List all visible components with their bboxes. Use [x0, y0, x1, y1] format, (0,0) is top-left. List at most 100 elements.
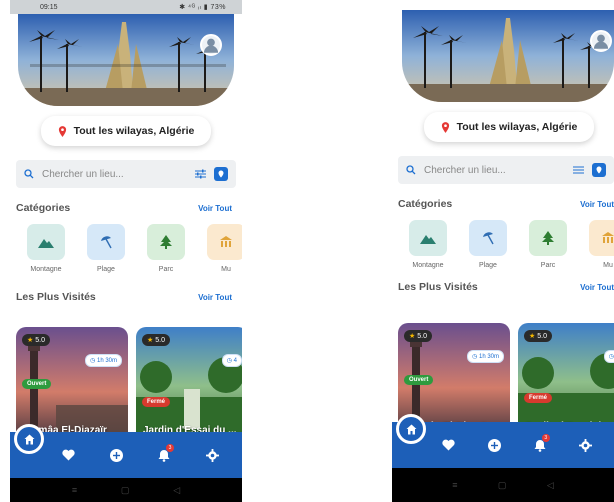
- category-mountain[interactable]: Montagne: [26, 224, 66, 273]
- nav-settings-button[interactable]: [577, 437, 593, 453]
- add-icon: [487, 438, 501, 452]
- heart-icon: [442, 439, 455, 451]
- museum-icon: [220, 236, 232, 247]
- nav-add-button[interactable]: [486, 437, 502, 453]
- search-bar[interactable]: Chercher un lieu...: [16, 160, 236, 188]
- category-mountain[interactable]: Montagne: [408, 220, 448, 269]
- back-icon[interactable]: ◁: [547, 480, 554, 491]
- category-label: Montagne: [30, 266, 62, 273]
- popular-see-all-link[interactable]: Voir Tout: [580, 283, 614, 292]
- museum-icon: [602, 232, 614, 243]
- bottom-nav: 3: [392, 414, 614, 468]
- search-bar[interactable]: Chercher un lieu...: [398, 156, 614, 184]
- popular-title: Les Plus Visités: [16, 291, 96, 303]
- notification-badge: 3: [166, 444, 174, 452]
- category-museum[interactable]: Mu: [588, 220, 614, 269]
- nav-home-button[interactable]: [14, 424, 44, 454]
- category-park[interactable]: Parc: [528, 220, 568, 269]
- settings-icon: [578, 438, 592, 452]
- home-icon: [24, 434, 34, 444]
- star-icon: ★: [147, 337, 154, 344]
- location-pin-icon: [58, 125, 66, 137]
- duration-badge: ◷ 1h 30m: [85, 354, 122, 367]
- bottom-nav: 3: [10, 424, 242, 478]
- categories-title: Catégories: [16, 202, 71, 214]
- category-beach[interactable]: Plage: [468, 220, 508, 269]
- popular-see-all-link[interactable]: Voir Tout: [198, 293, 232, 302]
- categories-header: Catégories Voir Tout: [16, 202, 232, 214]
- categories-list: Montagne Plage Parc Mu: [26, 224, 242, 273]
- rating-badge: ★ 5.0: [404, 330, 432, 342]
- hero-image: [18, 14, 234, 106]
- phone-screen-right: Tout les wilayas, Algérie Chercher un li…: [392, 0, 614, 502]
- search-icon: [24, 169, 34, 179]
- profile-avatar-icon[interactable]: [200, 34, 222, 56]
- location-selector[interactable]: Tout les wilayas, Algérie: [424, 112, 594, 142]
- search-input[interactable]: Chercher un lieu...: [42, 169, 187, 180]
- home-system-icon[interactable]: ▢: [498, 480, 507, 491]
- status-icons: ✱ ⁴ᴳ ᵢₗ ▮ 73%: [179, 4, 226, 11]
- mountain-icon: [38, 239, 54, 248]
- rating-badge: ★ 5.0: [22, 334, 50, 346]
- location-selector[interactable]: Tout les wilayas, Algérie: [41, 116, 211, 146]
- home-system-icon[interactable]: ▢: [121, 485, 130, 496]
- nav-favorites-button[interactable]: [441, 437, 457, 453]
- category-label: Mu: [603, 262, 613, 269]
- back-icon[interactable]: ◁: [173, 485, 180, 496]
- categories-see-all-link[interactable]: Voir Tout: [580, 200, 614, 209]
- popular-title: Les Plus Visités: [398, 281, 478, 293]
- popular-header: Les Plus Visités Voir Tout: [398, 281, 614, 293]
- category-label: Parc: [540, 262, 556, 269]
- category-label: Mu: [221, 266, 231, 273]
- popular-cards: ★ 5.0 ◷ 1h 30m Ouvert Djamâa El-Djazaïr …: [16, 327, 242, 445]
- map-button[interactable]: [214, 167, 228, 181]
- categories-title: Catégories: [398, 198, 453, 210]
- duration-badge: ◷ 4: [221, 354, 242, 367]
- settings-icon: [205, 448, 219, 462]
- status-badge: Fermé: [142, 397, 171, 407]
- home-icon: [406, 424, 416, 434]
- add-icon: [109, 448, 123, 462]
- notification-badge: 3: [541, 434, 550, 442]
- duration-badge: ◷ 1h 30m: [467, 350, 504, 363]
- category-label: Parc: [158, 266, 174, 273]
- hero-image: [402, 10, 614, 102]
- filter-icon[interactable]: [573, 165, 584, 175]
- map-button[interactable]: [592, 163, 606, 177]
- system-nav-bar: ≡ ▢ ◁: [10, 478, 242, 502]
- map-marker-icon: [218, 170, 224, 178]
- category-park[interactable]: Parc: [146, 224, 186, 273]
- category-label: Montagne: [412, 262, 444, 269]
- recents-icon[interactable]: ≡: [452, 480, 457, 490]
- recents-icon[interactable]: ≡: [72, 485, 77, 495]
- nav-settings-button[interactable]: [204, 447, 220, 463]
- filter-icon[interactable]: [195, 169, 206, 179]
- umbrella-icon: [483, 232, 494, 245]
- search-icon: [406, 165, 416, 175]
- nav-home-button[interactable]: [396, 414, 426, 444]
- rating-badge: ★ 5.0: [142, 334, 170, 346]
- profile-avatar-icon[interactable]: [590, 30, 612, 52]
- mountain-icon: [420, 235, 436, 244]
- search-input[interactable]: Chercher un lieu...: [424, 165, 565, 176]
- tree-icon: [160, 235, 172, 249]
- category-beach[interactable]: Plage: [86, 224, 126, 273]
- category-museum[interactable]: Mu: [206, 224, 242, 273]
- tree-icon: [542, 231, 554, 245]
- status-time: 09:15: [40, 3, 58, 11]
- place-card[interactable]: ★ 5.0 ◷ 4 Fermé Jardin d'Essai du ...: [136, 327, 242, 445]
- heart-icon: [61, 449, 75, 461]
- popular-header: Les Plus Visités Voir Tout: [16, 291, 232, 303]
- nav-notifications-button[interactable]: 3: [532, 434, 550, 453]
- phone-screen-left: 09:15 ✱ ⁴ᴳ ᵢₗ ▮ 73% Tout les wilayas, Al…: [10, 0, 242, 502]
- rating-badge: ★ 5.0: [524, 330, 552, 342]
- system-nav-bar: ≡ ▢ ◁: [392, 468, 614, 502]
- nav-add-button[interactable]: [108, 447, 124, 463]
- nav-notifications-button[interactable]: 3: [156, 444, 174, 463]
- categories-see-all-link[interactable]: Voir Tout: [198, 204, 232, 213]
- umbrella-icon: [101, 236, 112, 249]
- nav-favorites-button[interactable]: [60, 447, 76, 463]
- status-badge: Fermé: [524, 393, 553, 403]
- star-icon: ★: [409, 333, 416, 340]
- status-bar: 09:15 ✱ ⁴ᴳ ᵢₗ ▮ 73%: [10, 0, 242, 14]
